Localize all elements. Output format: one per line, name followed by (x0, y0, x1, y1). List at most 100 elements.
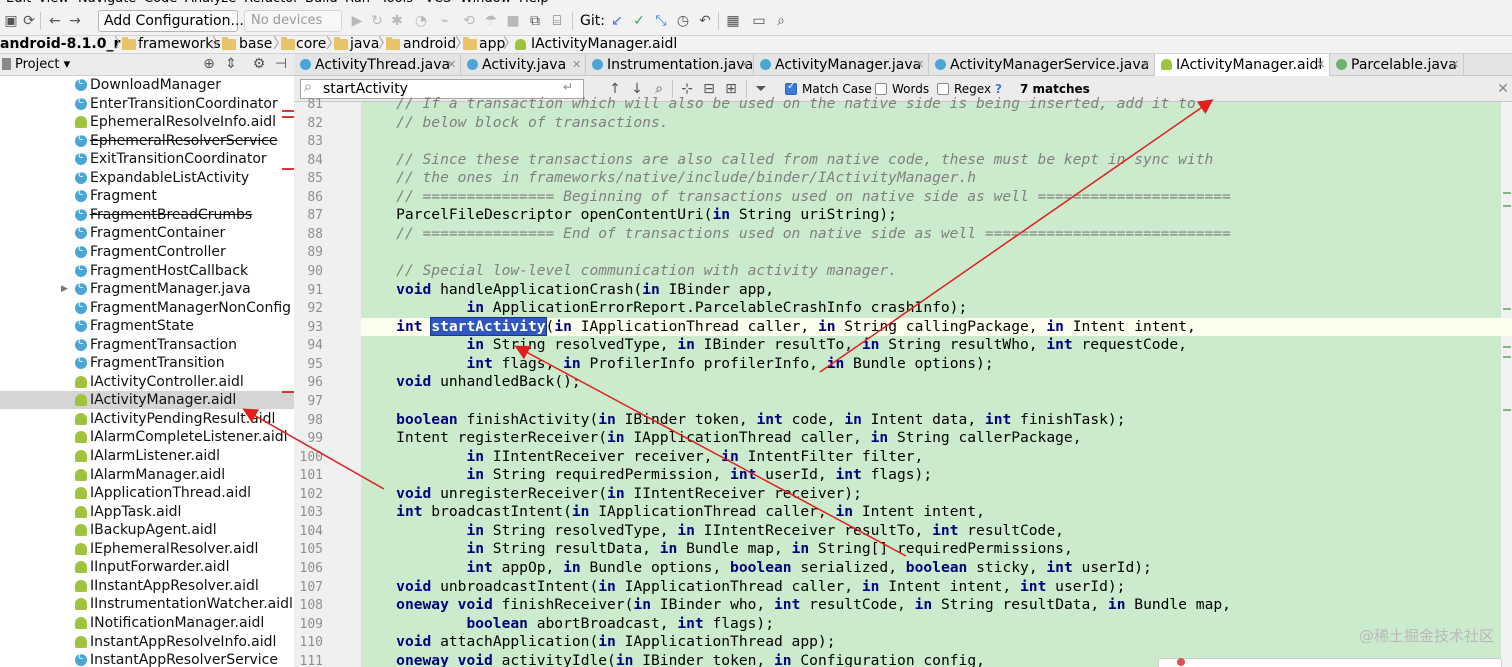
code-line[interactable]: void unregisterReceiver(in IIntentReceiv… (361, 485, 862, 504)
editor-tab[interactable]: ActivityManager.java ✕ (754, 54, 929, 76)
tree-item[interactable]: FragmentTransaction (0, 336, 294, 354)
gear-icon[interactable]: ⚙ (250, 55, 268, 73)
locate-icon[interactable]: ⊕ (200, 55, 218, 73)
code-line[interactable]: in IIntentReceiver receiver, in IntentFi… (361, 448, 923, 467)
expand-icon[interactable]: ▶ (61, 281, 68, 297)
tree-item-selected[interactable]: IActivityManager.aidl (0, 391, 294, 410)
menu-item[interactable]: Build (305, 0, 338, 7)
code-line[interactable]: void unhandledBack(); (361, 373, 581, 392)
git-compare-icon[interactable]: ⤡ (652, 12, 670, 30)
code-line[interactable]: // If a transaction which will also be u… (361, 95, 1196, 114)
code-line[interactable]: // below block of transactions. (361, 114, 668, 133)
save-all-icon[interactable]: ▣ (2, 12, 20, 30)
tree-item[interactable]: IAlarmCompleteListener.aidl (0, 428, 294, 446)
close-tab-icon[interactable]: ✕ (572, 57, 581, 73)
close-tab-icon[interactable]: ✕ (1316, 57, 1325, 73)
terminal-icon[interactable]: ▭ (750, 12, 768, 30)
notification-popup[interactable] (1158, 658, 1502, 667)
code-line[interactable]: oneway void finishReceiver(in IBinder wh… (361, 596, 1231, 615)
menu-item[interactable]: Window (460, 0, 511, 7)
menu-item[interactable]: Edit (6, 0, 31, 7)
code-line[interactable]: boolean abortBroadcast, int flags); (361, 615, 774, 634)
close-tab-icon[interactable]: ✕ (447, 57, 456, 73)
device-selector[interactable]: No devices (244, 10, 342, 32)
git-history-icon[interactable]: ◷ (674, 12, 692, 30)
breadcrumb-project[interactable]: android-8.1.0_r1 (0, 36, 130, 53)
tree-item[interactable]: FragmentBreadCrumbs (0, 206, 294, 224)
rerun-icon[interactable]: ⟲ (460, 12, 478, 30)
tree-item[interactable]: IEphemeralResolver.aidl (0, 540, 294, 558)
tree-item[interactable]: IApplicationThread.aidl (0, 484, 294, 502)
add-configuration-button[interactable]: Add Configuration... (98, 10, 244, 32)
code-line[interactable]: int flags, in ProfilerInfo profilerInfo,… (361, 355, 993, 374)
code-line[interactable]: int appOp, in Bundle options, boolean se… (361, 559, 1151, 578)
project-view-selector[interactable]: Project ▾ (15, 56, 70, 74)
breadcrumb-item[interactable]: app (479, 36, 505, 53)
code-line[interactable]: int broadcastIntent(in IApplicationThrea… (361, 503, 985, 522)
code-line[interactable]: // Since these transactions are also cal… (361, 151, 1213, 170)
git-commit-icon[interactable]: ✓ (630, 12, 648, 30)
breadcrumb-item[interactable]: base (239, 36, 272, 53)
tree-item[interactable]: DownloadManager (0, 76, 294, 94)
breadcrumb-item[interactable]: android (403, 36, 456, 53)
tree-item[interactable]: FragmentContainer (0, 224, 294, 242)
code-line[interactable]: // =============== End of transactions u… (361, 225, 1231, 244)
match-case-checkbox[interactable] (785, 81, 797, 95)
code-line[interactable]: in String resultData, in Bundle map, in … (361, 540, 1072, 559)
close-tab-icon[interactable]: ✕ (1450, 57, 1459, 73)
project-structure-icon[interactable]: ▦ (724, 12, 742, 30)
code-line[interactable]: ParcelFileDescriptor openContentUri(in S… (361, 206, 897, 225)
tree-item[interactable]: IInstrumentationWatcher.aidl (0, 595, 294, 613)
tree-item[interactable]: FragmentController (0, 243, 294, 261)
sdk-manager-icon[interactable]: ⧉ (526, 12, 544, 30)
code-line[interactable]: in String resolvedType, in IIntentReceiv… (361, 522, 1063, 541)
menu-item[interactable]: Navigate (78, 0, 136, 7)
tree-item[interactable]: INotificationManager.aidl (0, 614, 294, 632)
tree-item[interactable]: IInstantAppResolver.aidl (0, 577, 294, 595)
git-revert-icon[interactable]: ↶ (696, 12, 714, 30)
tree-item[interactable]: FragmentManagerNonConfig (0, 299, 294, 317)
back-icon[interactable]: ← (46, 12, 64, 30)
sync-icon[interactable]: ⟳ (20, 12, 38, 30)
breadcrumb-item[interactable]: IActivityManager.aidl (531, 36, 677, 53)
regex-checkbox[interactable] (937, 83, 949, 95)
code-line[interactable]: // the ones in frameworks/native/include… (361, 169, 976, 188)
code-line[interactable]: // =============== Beginning of transact… (361, 188, 1231, 207)
tree-item[interactable]: FragmentState (0, 317, 294, 335)
tree-item[interactable]: Fragment (0, 187, 294, 205)
close-tab-icon[interactable]: ✕ (1141, 57, 1150, 73)
tree-item[interactable]: FragmentTransition (0, 354, 294, 372)
tree-item[interactable]: IAppTask.aidl (0, 503, 294, 521)
close-tab-icon[interactable]: ✕ (915, 57, 924, 73)
tree-item[interactable]: EphemeralResolverService (0, 132, 294, 150)
tree-item[interactable]: EphemeralResolveInfo.aidl (0, 113, 294, 131)
menu-item[interactable]: View (38, 0, 69, 7)
breadcrumb-item[interactable]: core (296, 36, 326, 53)
tree-item[interactable]: ExitTransitionCoordinator (0, 150, 294, 168)
menu-item[interactable]: Run (345, 0, 370, 7)
git-update-icon[interactable]: ↙ (608, 12, 626, 30)
tree-item[interactable]: IAlarmManager.aidl (0, 466, 294, 484)
breadcrumb-item[interactable]: java (350, 36, 379, 53)
menu-item[interactable]: Tools (381, 0, 413, 7)
words-checkbox[interactable] (875, 83, 887, 95)
hide-panel-icon[interactable]: ⊣ (272, 55, 290, 73)
search-everywhere-icon[interactable]: ⌕ (772, 12, 790, 30)
code-line[interactable]: Intent registerReceiver(in IApplicationT… (361, 429, 1081, 448)
code-line[interactable]: in String resolvedType, in IBinder resul… (361, 336, 1187, 355)
editor-tab[interactable]: ActivityThread.java ✕ (294, 54, 461, 76)
debug-icon[interactable]: ✱ (388, 12, 406, 30)
profile-icon[interactable]: ◔ (412, 12, 430, 30)
run-icon[interactable]: ▶ (348, 12, 366, 30)
tree-item[interactable]: EnterTransitionCoordinator (0, 95, 294, 113)
tree-item[interactable]: FragmentHostCallback (0, 262, 294, 280)
tree-item[interactable]: IAlarmListener.aidl (0, 447, 294, 465)
tree-item[interactable]: ExpandableListActivity (0, 169, 294, 187)
tree-item[interactable]: IBackupAgent.aidl (0, 521, 294, 539)
menu-item[interactable]: Help (519, 0, 549, 7)
collapse-all-icon[interactable]: ⇕ (222, 55, 240, 73)
tree-item[interactable]: IActivityPendingResult.aidl (0, 410, 294, 428)
forward-icon[interactable]: → (66, 12, 84, 30)
code-line[interactable]: // Special low-level communication with … (361, 262, 897, 281)
code-line[interactable]: boolean finishActivity(in IBinder token,… (361, 411, 1125, 430)
